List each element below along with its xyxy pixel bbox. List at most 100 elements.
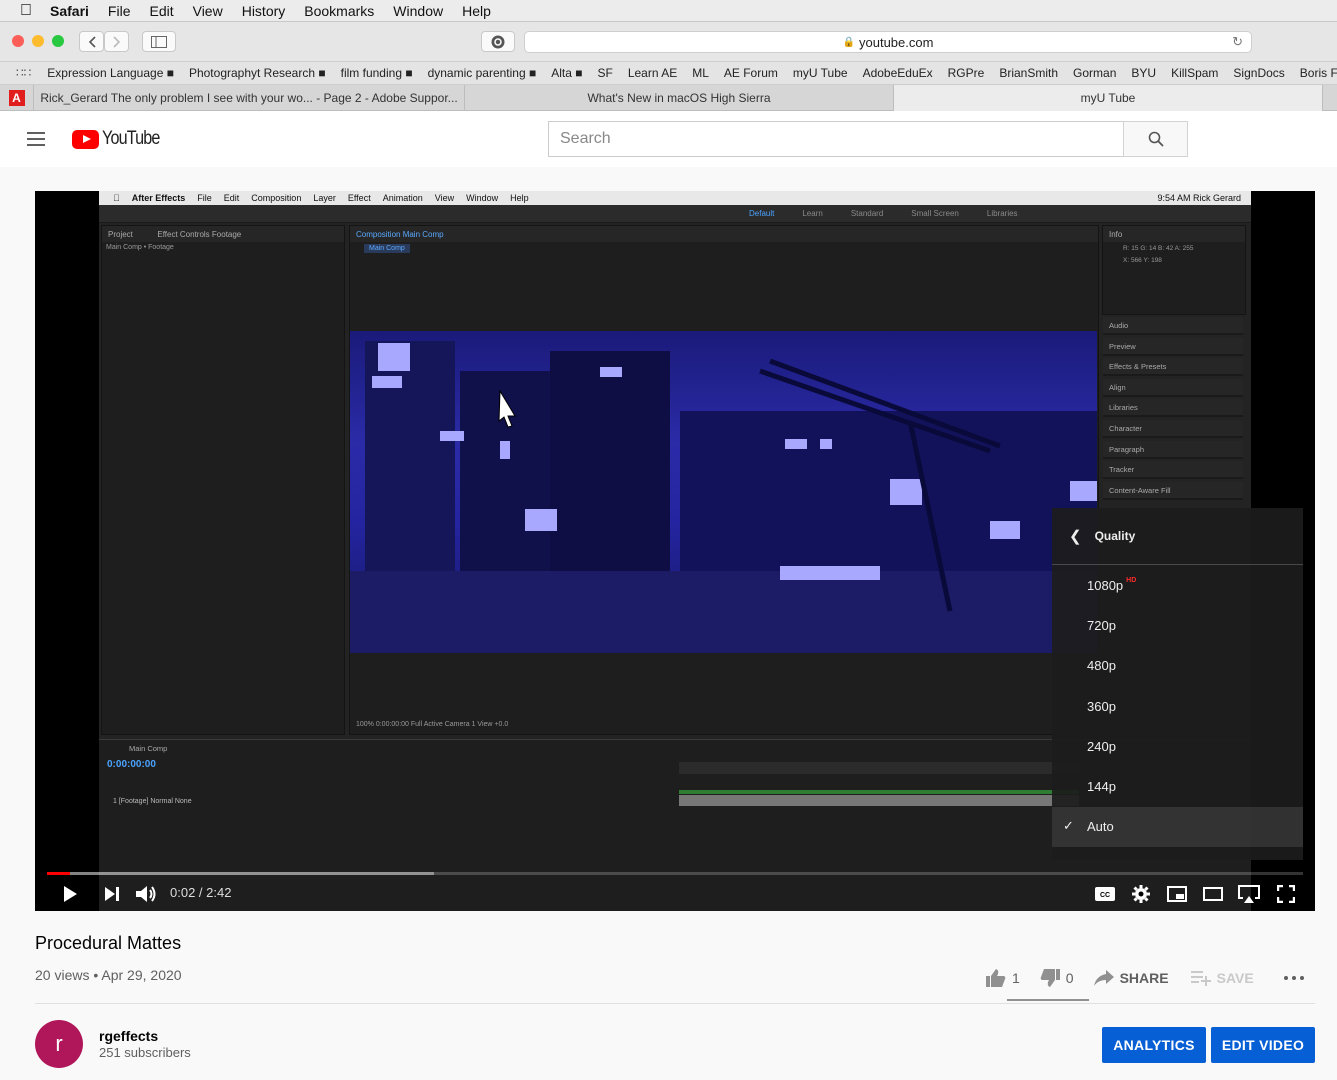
favorite-link[interactable]: Boris FX b bbox=[1300, 66, 1337, 80]
next-button[interactable] bbox=[101, 883, 123, 905]
ae-workspace: Learn bbox=[802, 209, 823, 218]
save-button[interactable]: SAVE bbox=[1190, 970, 1254, 986]
favorite-link[interactable]: Gorman bbox=[1073, 66, 1116, 80]
favorite-link[interactable]: film funding ■ bbox=[341, 66, 413, 80]
mute-button[interactable] bbox=[135, 883, 159, 905]
ae-panel-item: Tracker bbox=[1103, 461, 1243, 480]
ae-layer-bar bbox=[679, 790, 1079, 794]
favorite-link[interactable]: BrianSmith bbox=[999, 66, 1058, 80]
menu-view[interactable]: View bbox=[193, 3, 223, 19]
time-display: 0:02 / 2:42 bbox=[170, 885, 232, 900]
ae-menu-item: Layer bbox=[306, 193, 336, 203]
closed-captions-icon: CC bbox=[1095, 887, 1115, 901]
forward-button[interactable] bbox=[104, 31, 129, 52]
theater-mode-icon bbox=[1203, 887, 1223, 901]
address-bar[interactable]: 🔒 youtube.com ↻ bbox=[524, 31, 1252, 53]
share-button[interactable]: SHARE bbox=[1093, 970, 1169, 986]
edit-video-button[interactable]: EDIT VIDEO bbox=[1211, 1027, 1315, 1063]
ae-panel-item: Align bbox=[1103, 378, 1243, 397]
channel-avatar[interactable]: r bbox=[35, 1020, 83, 1068]
quality-option-720p[interactable]: 720p bbox=[1052, 605, 1303, 645]
dislike-count: 0 bbox=[1065, 970, 1074, 986]
reload-icon[interactable]: ↻ bbox=[1232, 34, 1243, 50]
apple-menu-icon[interactable]:  bbox=[20, 2, 32, 20]
tab-adobe-support[interactable]: Rick_Gerard The only problem I see with … bbox=[34, 85, 465, 111]
ae-layer-row: 1 [Footage] Normal None bbox=[113, 798, 192, 805]
favorite-link[interactable]: RGPre bbox=[948, 66, 985, 80]
video-player[interactable]:  After Effects File Edit Composition La… bbox=[35, 191, 1315, 911]
quality-option-1080p[interactable]: 1080p HD bbox=[1052, 565, 1303, 605]
menu-edit[interactable]: Edit bbox=[149, 3, 173, 19]
ae-menubar:  After Effects File Edit Composition La… bbox=[99, 191, 1251, 205]
favorite-link[interactable]: AdobeEduEx bbox=[863, 66, 933, 80]
captions-button[interactable]: CC bbox=[1094, 883, 1116, 905]
favorite-link[interactable]: ML bbox=[692, 66, 709, 80]
menu-history[interactable]: History bbox=[242, 3, 286, 19]
ae-panel-header: Project Effect Controls Footage bbox=[102, 226, 344, 242]
miniplayer-button[interactable] bbox=[1166, 883, 1188, 905]
hd-badge: HD bbox=[1126, 576, 1137, 584]
theater-mode-button[interactable] bbox=[1202, 883, 1224, 905]
menu-icon[interactable] bbox=[27, 132, 45, 146]
ae-panel-list: Audio Preview Effects & Presets Align Li… bbox=[1103, 317, 1243, 502]
settings-button[interactable] bbox=[1130, 883, 1152, 905]
minimize-window-button[interactable] bbox=[32, 35, 44, 47]
close-window-button[interactable] bbox=[12, 35, 24, 47]
favorite-link[interactable]: SignDocs bbox=[1233, 66, 1284, 80]
video-meta: 20 views • Apr 29, 2020 bbox=[35, 967, 182, 983]
crane-silhouette bbox=[498, 358, 1001, 612]
favorite-link[interactable]: Expression Language ■ bbox=[47, 66, 174, 80]
play-button[interactable] bbox=[59, 883, 81, 905]
quality-option-label: Auto bbox=[1087, 819, 1114, 835]
like-button[interactable]: 1 bbox=[986, 969, 1020, 987]
favorite-link[interactable]: Learn AE bbox=[628, 66, 677, 80]
favorite-link[interactable]: Photographyt Research ■ bbox=[189, 66, 326, 80]
channel-name[interactable]: rgeffects bbox=[99, 1028, 158, 1044]
ae-menu-item: File bbox=[190, 193, 212, 203]
analytics-button[interactable]: ANALYTICS bbox=[1102, 1027, 1206, 1063]
favorite-link[interactable]: AE Forum bbox=[724, 66, 778, 80]
more-actions-button[interactable] bbox=[1283, 976, 1304, 980]
search-button[interactable] bbox=[1123, 121, 1188, 157]
youtube-play-logo-icon bbox=[72, 129, 99, 149]
extension-button[interactable] bbox=[481, 31, 515, 52]
ae-info-values: R: 15 G: 14 B: 42 A: 255 bbox=[1123, 245, 1194, 252]
favorite-link[interactable]: Alta ■ bbox=[551, 66, 582, 80]
quality-option-144p[interactable]: 144p bbox=[1052, 766, 1303, 806]
quality-option-360p[interactable]: 360p bbox=[1052, 686, 1303, 726]
favorite-link[interactable]: SF bbox=[597, 66, 612, 80]
favorites-grid-icon[interactable]: ∷∷ bbox=[16, 66, 31, 80]
back-button[interactable] bbox=[79, 31, 104, 52]
favorite-link[interactable]: KillSpam bbox=[1171, 66, 1218, 80]
airplay-button[interactable] bbox=[1238, 883, 1260, 905]
search-input[interactable]: Search bbox=[548, 121, 1124, 157]
quality-option-240p[interactable]: 240p bbox=[1052, 726, 1303, 766]
menu-bookmarks[interactable]: Bookmarks bbox=[304, 3, 374, 19]
tab-myu-tube[interactable]: myU Tube bbox=[894, 85, 1323, 111]
fullscreen-button[interactable] bbox=[1275, 883, 1297, 905]
chevron-left-icon[interactable]: ❮ bbox=[1069, 527, 1082, 545]
grammarly-icon bbox=[491, 35, 505, 48]
favorite-link[interactable]: BYU bbox=[1131, 66, 1156, 80]
menu-help[interactable]: Help bbox=[462, 3, 491, 19]
ae-panel-item: Content-Aware Fill bbox=[1103, 481, 1243, 500]
quality-option-480p[interactable]: 480p bbox=[1052, 646, 1303, 686]
checkmark-icon: ✓ bbox=[1063, 817, 1074, 833]
menu-file[interactable]: File bbox=[108, 3, 131, 19]
pinned-tab-adobe[interactable]: A bbox=[0, 85, 34, 111]
ae-panel-item: Effects & Presets bbox=[1103, 358, 1243, 377]
menu-app-safari[interactable]: Safari bbox=[50, 3, 89, 19]
favorite-link[interactable]: dynamic parenting ■ bbox=[428, 66, 537, 80]
dislike-button[interactable]: 0 bbox=[1040, 969, 1074, 987]
sidebar-toggle-button[interactable] bbox=[142, 31, 176, 52]
youtube-logo[interactable]: YouTube bbox=[72, 128, 170, 150]
like-count: 1 bbox=[1012, 970, 1020, 986]
progress-bar[interactable] bbox=[47, 872, 1303, 875]
quality-option-label: 360p bbox=[1087, 698, 1116, 714]
quality-menu-header[interactable]: ❮ Quality bbox=[1052, 508, 1303, 565]
zoom-window-button[interactable] bbox=[52, 35, 64, 47]
favorite-link[interactable]: myU Tube bbox=[793, 66, 848, 80]
quality-option-auto[interactable]: ✓ Auto bbox=[1052, 806, 1303, 848]
tab-macos-high-sierra[interactable]: What's New in macOS High Sierra bbox=[465, 85, 894, 111]
menu-window[interactable]: Window bbox=[393, 3, 443, 19]
